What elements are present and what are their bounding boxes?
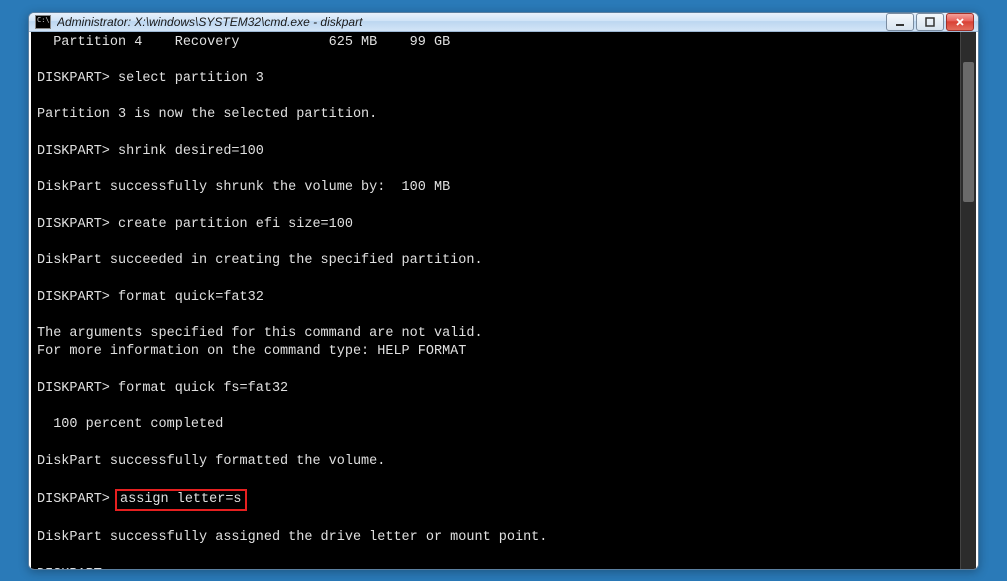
console-line (37, 398, 970, 416)
console-line: DISKPART> select partition 3 (37, 70, 970, 88)
console-line (37, 161, 970, 179)
console-line: DiskPart successfully shrunk the volume … (37, 179, 970, 197)
console-line (37, 361, 970, 379)
console-line (37, 471, 970, 489)
console-line: DISKPART> create partition efi size=100 (37, 216, 970, 234)
console-line: For more information on the command type… (37, 343, 970, 361)
console-line: DISKPART> (37, 566, 970, 570)
console-line (37, 270, 970, 288)
console-line: DISKPART> format quick=fat32 (37, 289, 970, 307)
cmd-window: Administrator: X:\windows\SYSTEM32\cmd.e… (28, 12, 979, 570)
console-line: DiskPart successfully formatted the volu… (37, 453, 970, 471)
maximize-button[interactable] (916, 13, 944, 31)
console-line: The arguments specified for this command… (37, 325, 970, 343)
window-controls (886, 13, 974, 31)
console-line: DISKPART> format quick fs=fat32 (37, 380, 970, 398)
console-line (37, 434, 970, 452)
console-area: Partition 4 Recovery 625 MB 99 GB DISKPA… (29, 32, 978, 570)
vertical-scrollbar[interactable] (960, 32, 976, 570)
minimize-button[interactable] (886, 13, 914, 31)
console-line (37, 548, 970, 566)
console-line: DISKPART> shrink desired=100 (37, 143, 970, 161)
console-line (37, 125, 970, 143)
console-line: Partition 3 is now the selected partitio… (37, 106, 970, 124)
console-line (37, 234, 970, 252)
highlighted-command: assign letter=s (115, 489, 247, 511)
console-line (37, 88, 970, 106)
console-line (37, 52, 970, 70)
console-line: Partition 4 Recovery 625 MB 99 GB (37, 34, 970, 52)
cmd-icon (35, 15, 51, 29)
console-line: DiskPart successfully assigned the drive… (37, 529, 970, 547)
console-line (37, 307, 970, 325)
console-line (37, 197, 970, 215)
console-line (37, 511, 970, 529)
window-title: Administrator: X:\windows\SYSTEM32\cmd.e… (57, 15, 886, 29)
close-button[interactable] (946, 13, 974, 31)
titlebar[interactable]: Administrator: X:\windows\SYSTEM32\cmd.e… (29, 13, 978, 32)
console-line: 100 percent completed (37, 416, 970, 434)
console-output[interactable]: Partition 4 Recovery 625 MB 99 GB DISKPA… (31, 32, 976, 570)
console-line: DiskPart succeeded in creating the speci… (37, 252, 970, 270)
console-line: DISKPART> assign letter=s (37, 489, 970, 511)
scroll-thumb[interactable] (963, 62, 974, 202)
